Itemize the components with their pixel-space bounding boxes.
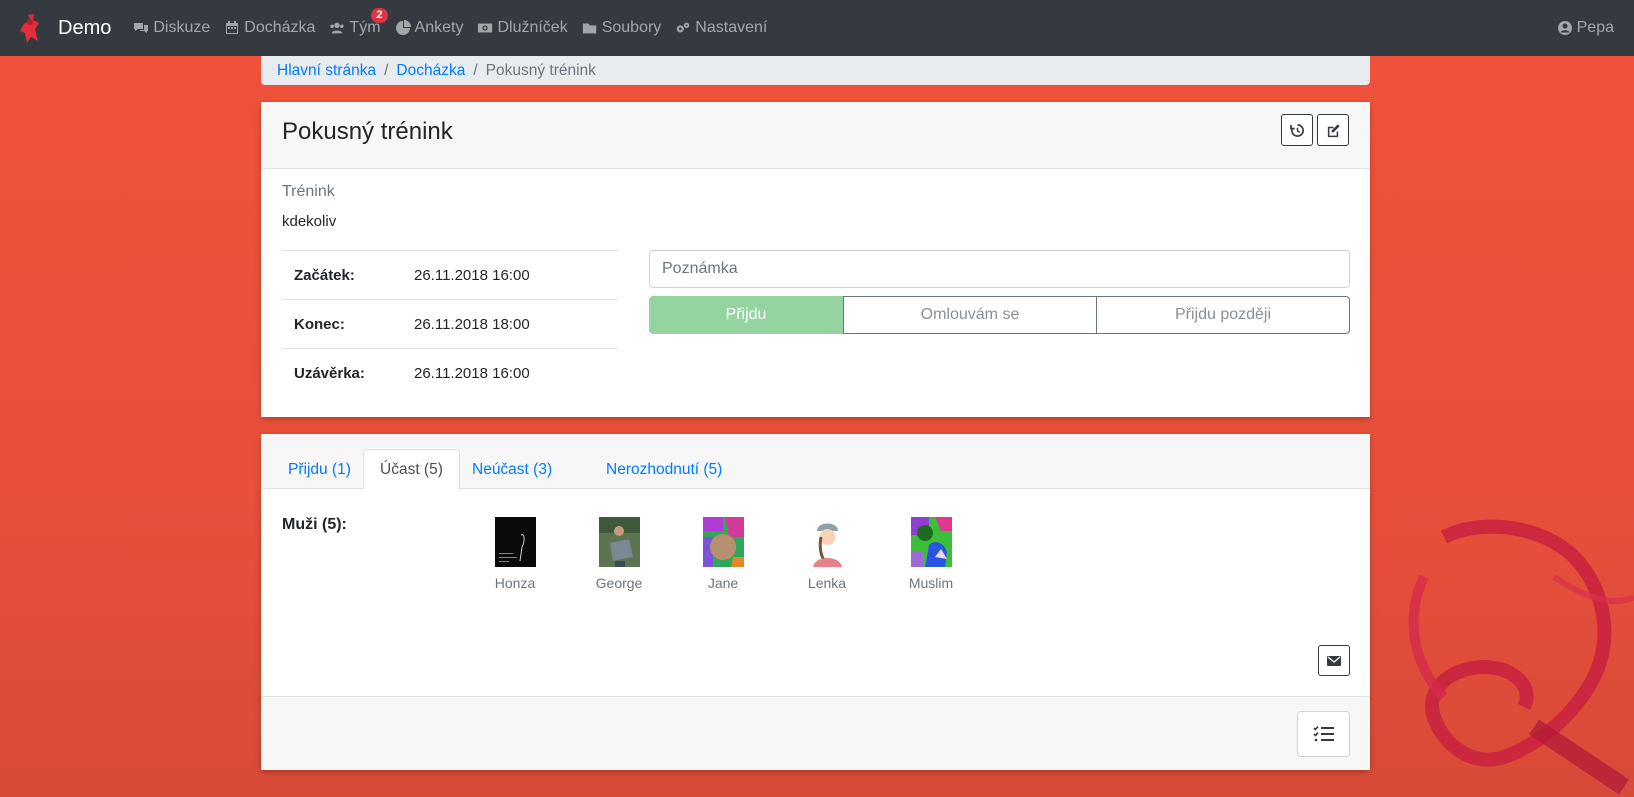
event-type: Trénink (282, 183, 335, 200)
attendance-button-group: Přijdu Omlouvám se Přijdu později (649, 296, 1350, 334)
time-label: Začátek: (282, 250, 414, 300)
breadcrumb-separator: / (384, 61, 389, 79)
nav-item-dochazka[interactable]: Docházka (224, 19, 315, 37)
event-card-header: Pokusný trénink (261, 102, 1370, 169)
member-name: George (595, 575, 643, 591)
notification-badge: 2 (371, 8, 388, 23)
event-place: kdekoliv (282, 213, 337, 230)
member-avatar[interactable]: George (574, 517, 664, 591)
comments-icon (134, 23, 149, 33)
member-name: Muslim (908, 575, 954, 591)
tab-ucast[interactable]: Účast (5) (363, 449, 460, 490)
time-label: Uzávěrka: (282, 348, 414, 398)
breadcrumb-dochazka-link[interactable]: Docházka (396, 62, 465, 80)
group-label: Muži (5): (282, 516, 347, 533)
nav-item-label: Dlužníček (497, 19, 568, 36)
tab-nerozhodnuti[interactable]: Nerozhodnutí (5) (590, 449, 738, 490)
member-avatar[interactable]: Muslim (886, 517, 976, 591)
breadcrumb: Hlavní stránka / Docházka / Pokusný trén… (261, 56, 1370, 85)
participants-tabs: Přijdu (1) Účast (5) Neúčast (3) Nerozho… (261, 434, 1370, 490)
user-name: Pepa (1576, 19, 1614, 36)
avatar (806, 517, 848, 567)
note-input[interactable] (649, 250, 1350, 288)
nav-item-label: Soubory (601, 19, 662, 36)
nav-item-tym[interactable]: Tým 2 (329, 8, 388, 37)
nav-item-label: Diskuze (153, 19, 211, 36)
user-circle-icon (1557, 21, 1572, 35)
page-title: Pokusný trénink (282, 118, 453, 145)
history-button[interactable] (1281, 114, 1313, 146)
envelope-icon (1327, 655, 1341, 666)
task-list-button[interactable] (1297, 711, 1350, 757)
excuse-button[interactable]: Omlouvám se (843, 296, 1097, 334)
time-value: 26.11.2018 16:00 (414, 250, 618, 300)
member-name: Jane (707, 575, 739, 591)
nav-item-nastaveni[interactable]: Nastavení (675, 19, 767, 37)
table-row: Začátek: 26.11.2018 16:00 (282, 250, 618, 300)
avatar (910, 517, 952, 567)
brand-logo-icon (20, 14, 39, 43)
calendar-icon (226, 21, 239, 34)
edit-button[interactable] (1317, 114, 1349, 146)
time-label: Konec: (282, 299, 414, 349)
send-email-button[interactable] (1318, 645, 1350, 676)
tab-prijdu[interactable]: Přijdu (1) (272, 449, 367, 490)
nav-item-dluznicek[interactable]: Dlužníček (477, 19, 568, 37)
nav-item-diskuze[interactable]: Diskuze (133, 19, 210, 37)
avatar (494, 517, 536, 567)
table-row: Uzávěrka: 26.11.2018 16:00 (282, 348, 618, 398)
gears-icon (677, 22, 690, 33)
top-navbar: Demo Diskuze Docházka Tým 2 Ankety Dlužn… (0, 0, 1634, 56)
event-times-table: Začátek: 26.11.2018 16:00 Konec: 26.11.2… (282, 250, 618, 398)
member-avatar[interactable]: Honza (470, 517, 560, 591)
event-card: Pokusný trénink Trénink kdekoliv Začátek… (261, 102, 1370, 417)
pie-chart-icon (395, 20, 411, 35)
nav-item-label: Ankety (414, 19, 464, 36)
history-icon (1289, 123, 1304, 137)
list-check-icon (1312, 725, 1334, 742)
brand-link[interactable]: Demo (14, 11, 111, 45)
avatar (598, 517, 640, 567)
time-value: 26.11.2018 16:00 (414, 348, 618, 398)
attend-button[interactable]: Přijdu (649, 296, 843, 334)
money-icon (478, 23, 493, 33)
edit-icon (1327, 123, 1340, 137)
folder-icon (582, 23, 596, 34)
participants-card: Přijdu (1) Účast (5) Neúčast (3) Nerozho… (261, 434, 1370, 770)
member-name: Honza (494, 575, 536, 591)
users-icon (330, 22, 345, 34)
tab-neucast[interactable]: Neúčast (3) (456, 449, 568, 490)
participants-card-footer (261, 696, 1370, 770)
member-avatar[interactable]: Lenka (782, 517, 872, 591)
avatar (702, 517, 744, 567)
background-decoration (1408, 519, 1634, 795)
breadcrumb-separator: / (473, 61, 478, 79)
user-menu[interactable]: Pepa (1557, 19, 1614, 37)
time-value: 26.11.2018 18:00 (414, 299, 618, 349)
brand-name: Demo (58, 16, 112, 39)
breadcrumb-home-link[interactable]: Hlavní stránka (277, 62, 376, 80)
nav-item-label: Nastavení (695, 19, 768, 36)
member-avatar[interactable]: Jane (678, 517, 768, 591)
nav-item-ankety[interactable]: Ankety (395, 19, 464, 37)
table-row: Konec: 26.11.2018 18:00 (282, 299, 618, 349)
nav-item-label: Docházka (244, 19, 316, 36)
nav-item-soubory[interactable]: Soubory (582, 19, 662, 37)
member-name: Lenka (807, 575, 847, 591)
breadcrumb-current: Pokusný trénink (485, 61, 596, 79)
attend-later-button[interactable]: Přijdu později (1097, 296, 1350, 334)
